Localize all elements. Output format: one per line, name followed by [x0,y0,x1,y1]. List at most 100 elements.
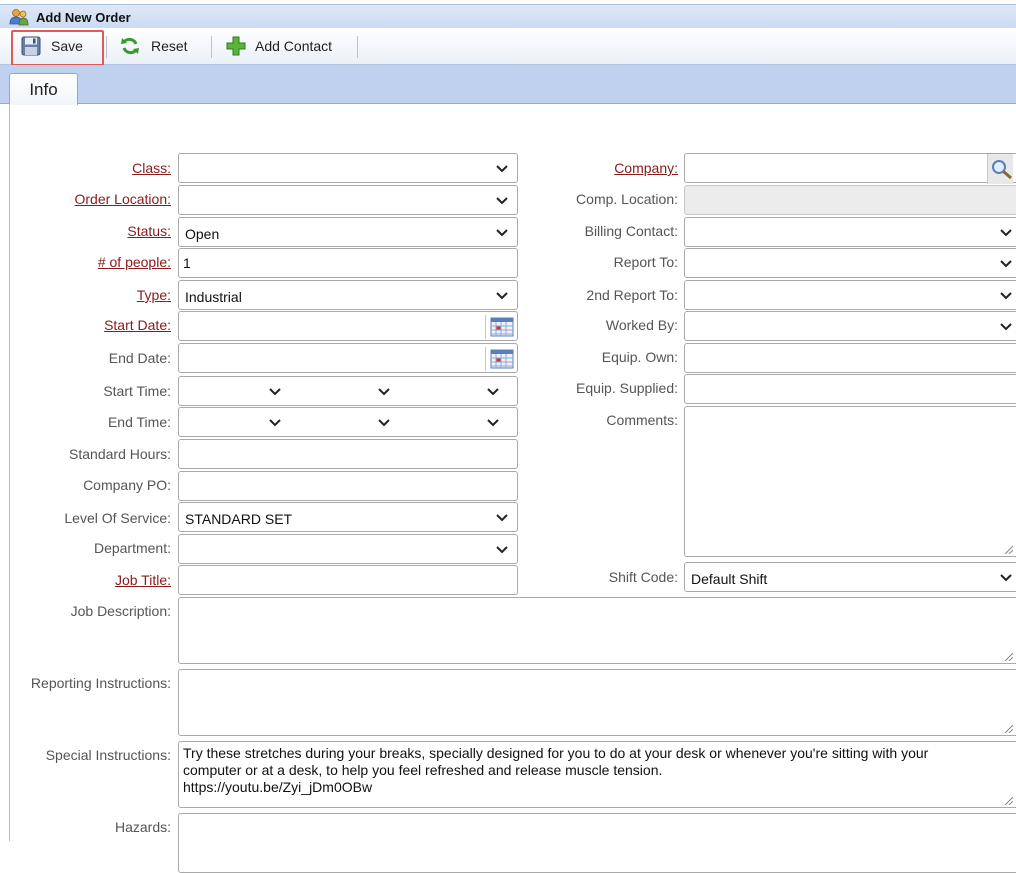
start-time-minute-select[interactable] [289,377,399,405]
end-time-hour-select[interactable] [179,408,289,436]
job-description-textarea[interactable] [178,597,1016,664]
end-time-minute-select[interactable] [289,408,399,436]
toolbar-separator [211,36,212,58]
type-label[interactable]: Type: [137,287,171,303]
chevron-down-icon [496,165,508,173]
chevron-down-icon [496,197,508,205]
class-select[interactable] [178,153,518,183]
start-time-ampm-select[interactable] [399,377,517,405]
chevron-down-icon [496,292,508,300]
chevron-down-icon [1000,574,1012,582]
comments-textarea[interactable] [684,406,1016,557]
toolbar-separator [357,36,358,58]
chevron-down-icon [1000,292,1012,300]
end-date-label: End Date: [108,350,171,366]
start-date-label[interactable]: Start Date: [104,317,171,333]
special-instructions-text: Try these stretches during your breaks, … [183,745,929,795]
chevron-down-icon [496,514,508,522]
comp-location-input [684,185,1016,215]
chevron-down-icon [496,229,508,237]
comp-location-label: Comp. Location: [576,191,678,207]
type-select[interactable]: Industrial [178,280,518,310]
chevron-down-icon [496,546,508,554]
num-people-input[interactable]: 1 [178,248,518,278]
worked-by-label: Worked By: [605,317,678,333]
company-label[interactable]: Company: [614,160,678,176]
add-contact-button[interactable]: Add Contact [217,28,352,64]
company-po-label: Company PO: [83,477,171,493]
order-location-select[interactable] [178,185,518,215]
resize-grip-icon[interactable] [1003,651,1013,661]
window-title: Add New Order [36,10,131,25]
equip-own-input[interactable] [684,343,1016,373]
company-search-button[interactable] [987,154,1013,184]
save-button[interactable]: Save [12,28,102,64]
users-icon [9,9,29,26]
chevron-down-icon [269,388,281,396]
chevron-down-icon [378,388,390,396]
end-date-calendar-button[interactable] [485,347,515,371]
chevron-down-icon [269,419,281,427]
toolbar-separator [106,36,107,58]
plus-icon [226,36,246,56]
company-input[interactable] [684,153,1016,184]
start-date-input[interactable] [178,311,518,341]
calendar-icon [490,349,514,369]
refresh-icon [121,37,139,55]
special-instructions-label: Special Instructions: [45,747,171,763]
comments-label: Comments: [606,412,678,428]
job-description-label: Job Description: [70,603,171,619]
reset-button[interactable]: Reset [111,28,203,64]
hazards-textarea[interactable] [178,813,1016,873]
resize-grip-icon[interactable] [1003,723,1013,733]
equip-supplied-input[interactable] [684,374,1016,404]
reporting-instructions-label: Reporting Instructions: [30,675,171,691]
num-people-label[interactable]: # of people: [98,254,171,270]
company-po-input[interactable] [178,471,518,501]
job-title-label[interactable]: Job Title: [115,572,171,588]
tab-info[interactable]: Info [9,73,78,105]
reporting-instructions-textarea[interactable] [178,669,1016,736]
shift-code-label: Shift Code: [608,569,678,585]
chevron-down-icon [1000,323,1012,331]
report-to-select[interactable] [684,248,1016,278]
end-time-label: End Time: [107,414,171,430]
floppy-disk-icon [21,36,41,56]
report-to-label: Report To: [613,254,678,270]
department-label: Department: [93,540,171,556]
start-time-label: Start Time: [103,383,171,399]
order-location-label[interactable]: Order Location: [75,191,172,207]
status-label[interactable]: Status: [127,223,171,239]
start-time-group [178,376,518,406]
save-label: Save [51,38,83,54]
chevron-down-icon [487,419,499,427]
start-time-hour-select[interactable] [179,377,289,405]
second-report-to-select[interactable] [684,280,1016,310]
resize-grip-icon[interactable] [1003,544,1013,554]
level-of-service-label: Level Of Service: [64,510,171,526]
job-title-input[interactable] [178,565,518,595]
special-instructions-textarea[interactable]: Try these stretches during your breaks, … [178,741,1016,808]
equip-own-label: Equip. Own: [601,349,678,365]
add-contact-label: Add Contact [255,38,333,54]
end-date-input[interactable] [178,343,518,373]
department-select[interactable] [178,534,518,564]
worked-by-select[interactable] [684,311,1016,341]
reset-label: Reset [151,38,188,54]
window-title-bar: Add New Order [0,4,1016,28]
hazards-label: Hazards: [114,819,171,835]
status-select[interactable]: Open [178,217,518,247]
chevron-down-icon [1000,229,1012,237]
start-date-calendar-button[interactable] [485,315,515,339]
resize-grip-icon[interactable] [1003,795,1013,805]
class-label[interactable]: Class: [132,160,171,176]
form-border [9,104,10,841]
standard-hours-input[interactable] [178,439,518,469]
level-of-service-select[interactable]: STANDARD SET [178,502,518,532]
end-time-group [178,407,518,437]
end-time-ampm-select[interactable] [399,408,517,436]
billing-contact-select[interactable] [684,217,1016,247]
shift-code-select[interactable]: Default Shift [684,562,1016,592]
chevron-down-icon [378,419,390,427]
standard-hours-label: Standard Hours: [69,446,171,462]
